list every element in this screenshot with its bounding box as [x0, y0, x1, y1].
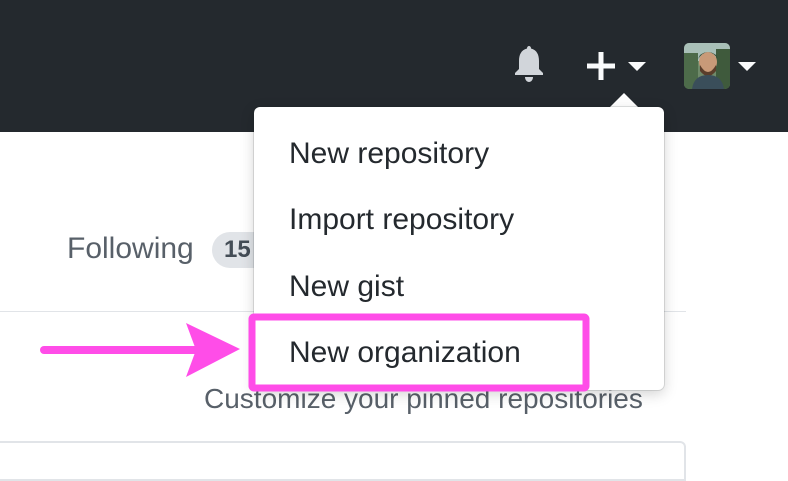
menu-item-new-gist[interactable]: New gist	[289, 267, 404, 307]
menu-item-new-repository[interactable]: New repository	[289, 134, 489, 174]
menu-item-new-organization[interactable]: New organization	[289, 333, 521, 373]
menu-item-import-repository[interactable]: Import repository	[289, 200, 514, 240]
pinned-repo-card	[0, 441, 686, 481]
avatar[interactable]	[684, 43, 730, 89]
dropdown-pointer	[610, 93, 638, 107]
caret-down-icon[interactable]	[738, 62, 756, 71]
plus-icon[interactable]	[583, 48, 619, 84]
bell-icon[interactable]	[508, 42, 550, 84]
create-new-dropdown: New repository Import repository New gis…	[254, 107, 664, 390]
arrow-right-icon	[40, 323, 240, 377]
following-label[interactable]: Following	[67, 231, 194, 267]
caret-down-icon[interactable]	[628, 62, 646, 71]
